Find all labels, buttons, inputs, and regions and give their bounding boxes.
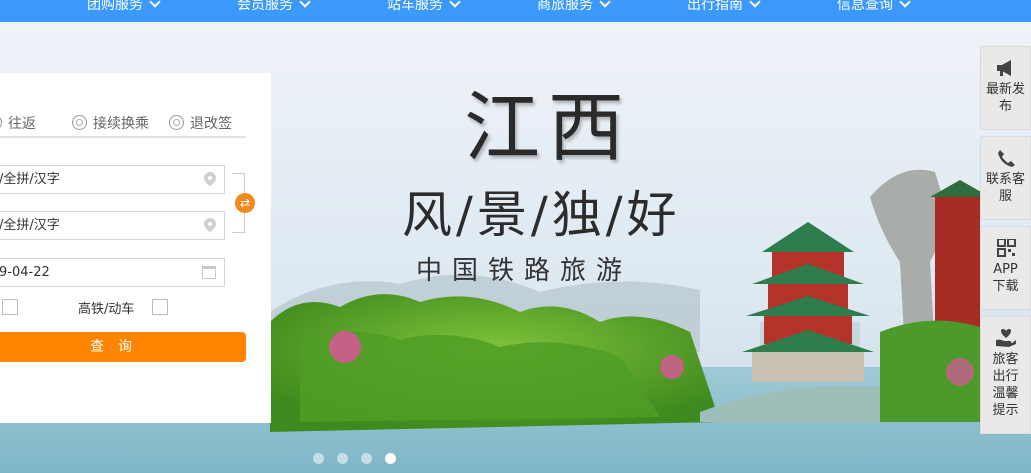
swap-stations-button[interactable]: ⇄ bbox=[235, 193, 255, 213]
to-station-placeholder: /全拼/汉字 bbox=[0, 218, 60, 233]
sidebar-item-news[interactable]: 最新发布 bbox=[980, 46, 1031, 130]
banner-subtitle: 风/景/独/好 bbox=[402, 186, 681, 244]
chevron-down-icon bbox=[149, 0, 161, 8]
nav-station[interactable]: 站车服务 bbox=[387, 0, 461, 16]
search-button[interactable]: 查询 bbox=[0, 332, 246, 362]
banner-tagline: 中国铁路旅游 bbox=[416, 256, 633, 286]
date-value: 9-04-22 bbox=[0, 265, 50, 280]
sidebar-item-support[interactable]: 联系客服 bbox=[980, 136, 1031, 220]
nav-group-buy[interactable]: 团购服务 bbox=[87, 0, 161, 16]
location-pin-icon bbox=[201, 169, 219, 187]
sidebar-item-tips[interactable]: 旅客出行温馨提示 bbox=[980, 316, 1031, 434]
nav-info-query[interactable]: 信息查询 bbox=[837, 0, 911, 16]
nav-label: 团购服务 bbox=[87, 0, 143, 13]
carousel-dots bbox=[313, 449, 409, 468]
carousel-dot[interactable] bbox=[337, 453, 348, 464]
phone-icon bbox=[997, 150, 1015, 167]
sidebar-item-label: 最新发布 bbox=[985, 82, 1025, 114]
nav-business[interactable]: 商旅服务 bbox=[537, 0, 611, 16]
trip-option-roundtrip[interactable]: 往返 bbox=[0, 113, 36, 133]
carousel-dot[interactable] bbox=[313, 453, 324, 464]
nav-label: 信息查询 bbox=[837, 0, 893, 13]
carousel-dot-active[interactable] bbox=[385, 453, 396, 464]
radio-icon bbox=[0, 115, 2, 130]
student-checkbox[interactable] bbox=[2, 299, 18, 315]
chevron-down-icon bbox=[299, 0, 311, 8]
radio-icon bbox=[169, 115, 184, 130]
sidebar-item-label: APP下载 bbox=[992, 262, 1019, 294]
calendar-icon bbox=[202, 266, 216, 279]
chevron-down-icon bbox=[599, 0, 611, 8]
from-station-input[interactable]: /全拼/汉字 bbox=[0, 165, 225, 194]
carousel-dot[interactable] bbox=[361, 453, 372, 464]
sidebar-item-label: 联系客服 bbox=[985, 172, 1025, 204]
top-nav: 团购服务 会员服务 站车服务 商旅服务 出行指南 信息查询 bbox=[0, 0, 1031, 22]
trip-option-label: 接续换乘 bbox=[93, 116, 149, 132]
ticket-search-panel: 往返 接续换乘 退改签 /全拼/汉字 /全拼/汉字 ⇄ 9-04-22 高铁/动… bbox=[0, 73, 271, 423]
trip-option-label: 往返 bbox=[8, 116, 36, 132]
nav-member[interactable]: 会员服务 bbox=[237, 0, 311, 16]
nav-travel-guide[interactable]: 出行指南 bbox=[687, 0, 761, 16]
sidebar-item-app[interactable]: APP下载 bbox=[980, 226, 1031, 310]
banner-title: 江西 bbox=[464, 83, 632, 172]
chevron-down-icon bbox=[449, 0, 461, 8]
qrcode-icon bbox=[996, 239, 1016, 257]
chevron-down-icon bbox=[749, 0, 761, 8]
nav-label: 商旅服务 bbox=[537, 0, 593, 13]
chevron-down-icon bbox=[899, 0, 911, 8]
megaphone-icon bbox=[996, 60, 1011, 76]
highspeed-label: 高铁/动车 bbox=[78, 302, 135, 317]
trip-option-transfer[interactable]: 接续换乘 bbox=[72, 113, 149, 133]
trip-option-label: 退改签 bbox=[190, 116, 232, 132]
date-input[interactable]: 9-04-22 bbox=[0, 258, 225, 287]
radio-icon bbox=[72, 115, 87, 130]
nav-label: 站车服务 bbox=[387, 0, 443, 13]
nav-label: 会员服务 bbox=[237, 0, 293, 13]
to-station-input[interactable]: /全拼/汉字 bbox=[0, 211, 225, 240]
trip-options-divider bbox=[0, 136, 246, 138]
trip-option-refund[interactable]: 退改签 bbox=[169, 113, 232, 133]
from-station-placeholder: /全拼/汉字 bbox=[0, 172, 60, 187]
sidebar-item-label: 旅客出行温馨提示 bbox=[992, 352, 1019, 418]
hand-heart-icon bbox=[995, 329, 1016, 347]
location-pin-icon bbox=[201, 215, 219, 233]
nav-label: 出行指南 bbox=[687, 0, 743, 13]
highspeed-checkbox[interactable] bbox=[152, 299, 168, 315]
